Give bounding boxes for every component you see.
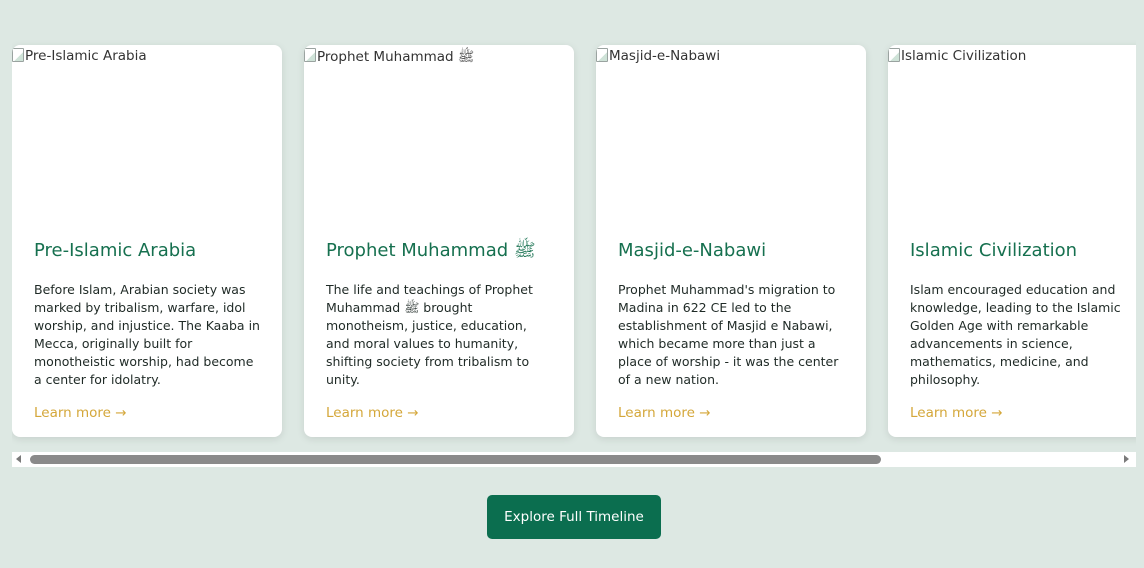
- broken-image-placeholder: Masjid-e-Nabawi: [596, 48, 720, 64]
- card-description: The life and teachings of Prophet Muhamm…: [326, 282, 533, 387]
- card-description: Prophet Muhammad's migration to Madina i…: [618, 282, 839, 387]
- card-image: Islamic Civilization: [888, 45, 1136, 231]
- carousel-track: Pre-Islamic Arabia Pre-Islamic Arabia Be…: [12, 45, 1136, 437]
- timeline-card-prophet-muhammad: Prophet Muhammad ﷺ Prophet Muhammad ﷺ Th…: [304, 45, 574, 437]
- card-description: Before Islam, Arabian society was marked…: [34, 282, 260, 387]
- card-title: Pre-Islamic Arabia: [34, 240, 197, 261]
- learn-more-link[interactable]: Learn more →: [34, 405, 127, 421]
- broken-image-icon: [888, 48, 900, 62]
- broken-image-placeholder: Pre-Islamic Arabia: [12, 48, 147, 64]
- scroll-right-arrow-icon[interactable]: [1124, 455, 1129, 463]
- timeline-card-pre-islamic-arabia: Pre-Islamic Arabia Pre-Islamic Arabia Be…: [12, 45, 282, 437]
- broken-image-icon: [304, 48, 316, 62]
- scroll-left-arrow-icon[interactable]: [16, 455, 21, 463]
- scrollbar-thumb[interactable]: [30, 455, 881, 464]
- card-body: Prophet Muhammad ﷺ The life and teaching…: [304, 231, 574, 421]
- learn-more-link[interactable]: Learn more →: [910, 405, 1003, 421]
- explore-full-timeline-button[interactable]: Explore Full Timeline: [487, 495, 661, 539]
- image-alt-text: Pre-Islamic Arabia: [25, 48, 147, 64]
- horizontal-scrollbar[interactable]: [12, 452, 1136, 467]
- image-alt-text: Islamic Civilization: [901, 48, 1027, 64]
- card-title: Masjid-e-Nabawi: [618, 240, 767, 261]
- card-description: Islam encouraged education and knowledge…: [910, 282, 1121, 387]
- timeline-card-masjid-e-nabawi: Masjid-e-Nabawi Masjid-e-Nabawi Prophet …: [596, 45, 866, 437]
- card-title: Prophet Muhammad ﷺ: [326, 240, 536, 261]
- card-image: Masjid-e-Nabawi: [596, 45, 866, 231]
- learn-more-link[interactable]: Learn more →: [618, 405, 711, 421]
- learn-more-link[interactable]: Learn more →: [326, 405, 419, 421]
- timeline-carousel[interactable]: Pre-Islamic Arabia Pre-Islamic Arabia Be…: [12, 30, 1136, 468]
- card-image: Pre-Islamic Arabia: [12, 45, 282, 231]
- broken-image-placeholder: Islamic Civilization: [888, 48, 1026, 64]
- broken-image-icon: [12, 48, 24, 62]
- broken-image-placeholder: Prophet Muhammad ﷺ: [304, 48, 474, 68]
- card-body: Masjid-e-Nabawi Prophet Muhammad's migra…: [596, 231, 866, 421]
- card-image: Prophet Muhammad ﷺ: [304, 45, 574, 231]
- timeline-card-islamic-civilization: Islamic Civilization Islamic Civilizatio…: [888, 45, 1136, 437]
- image-alt-text: Prophet Muhammad ﷺ: [317, 49, 475, 65]
- broken-image-icon: [596, 48, 608, 62]
- card-title: Islamic Civilization: [910, 240, 1078, 261]
- image-alt-text: Masjid-e-Nabawi: [609, 48, 721, 64]
- card-body: Pre-Islamic Arabia Before Islam, Arabian…: [12, 231, 282, 421]
- card-body: Islamic Civilization Islam encouraged ed…: [888, 231, 1136, 421]
